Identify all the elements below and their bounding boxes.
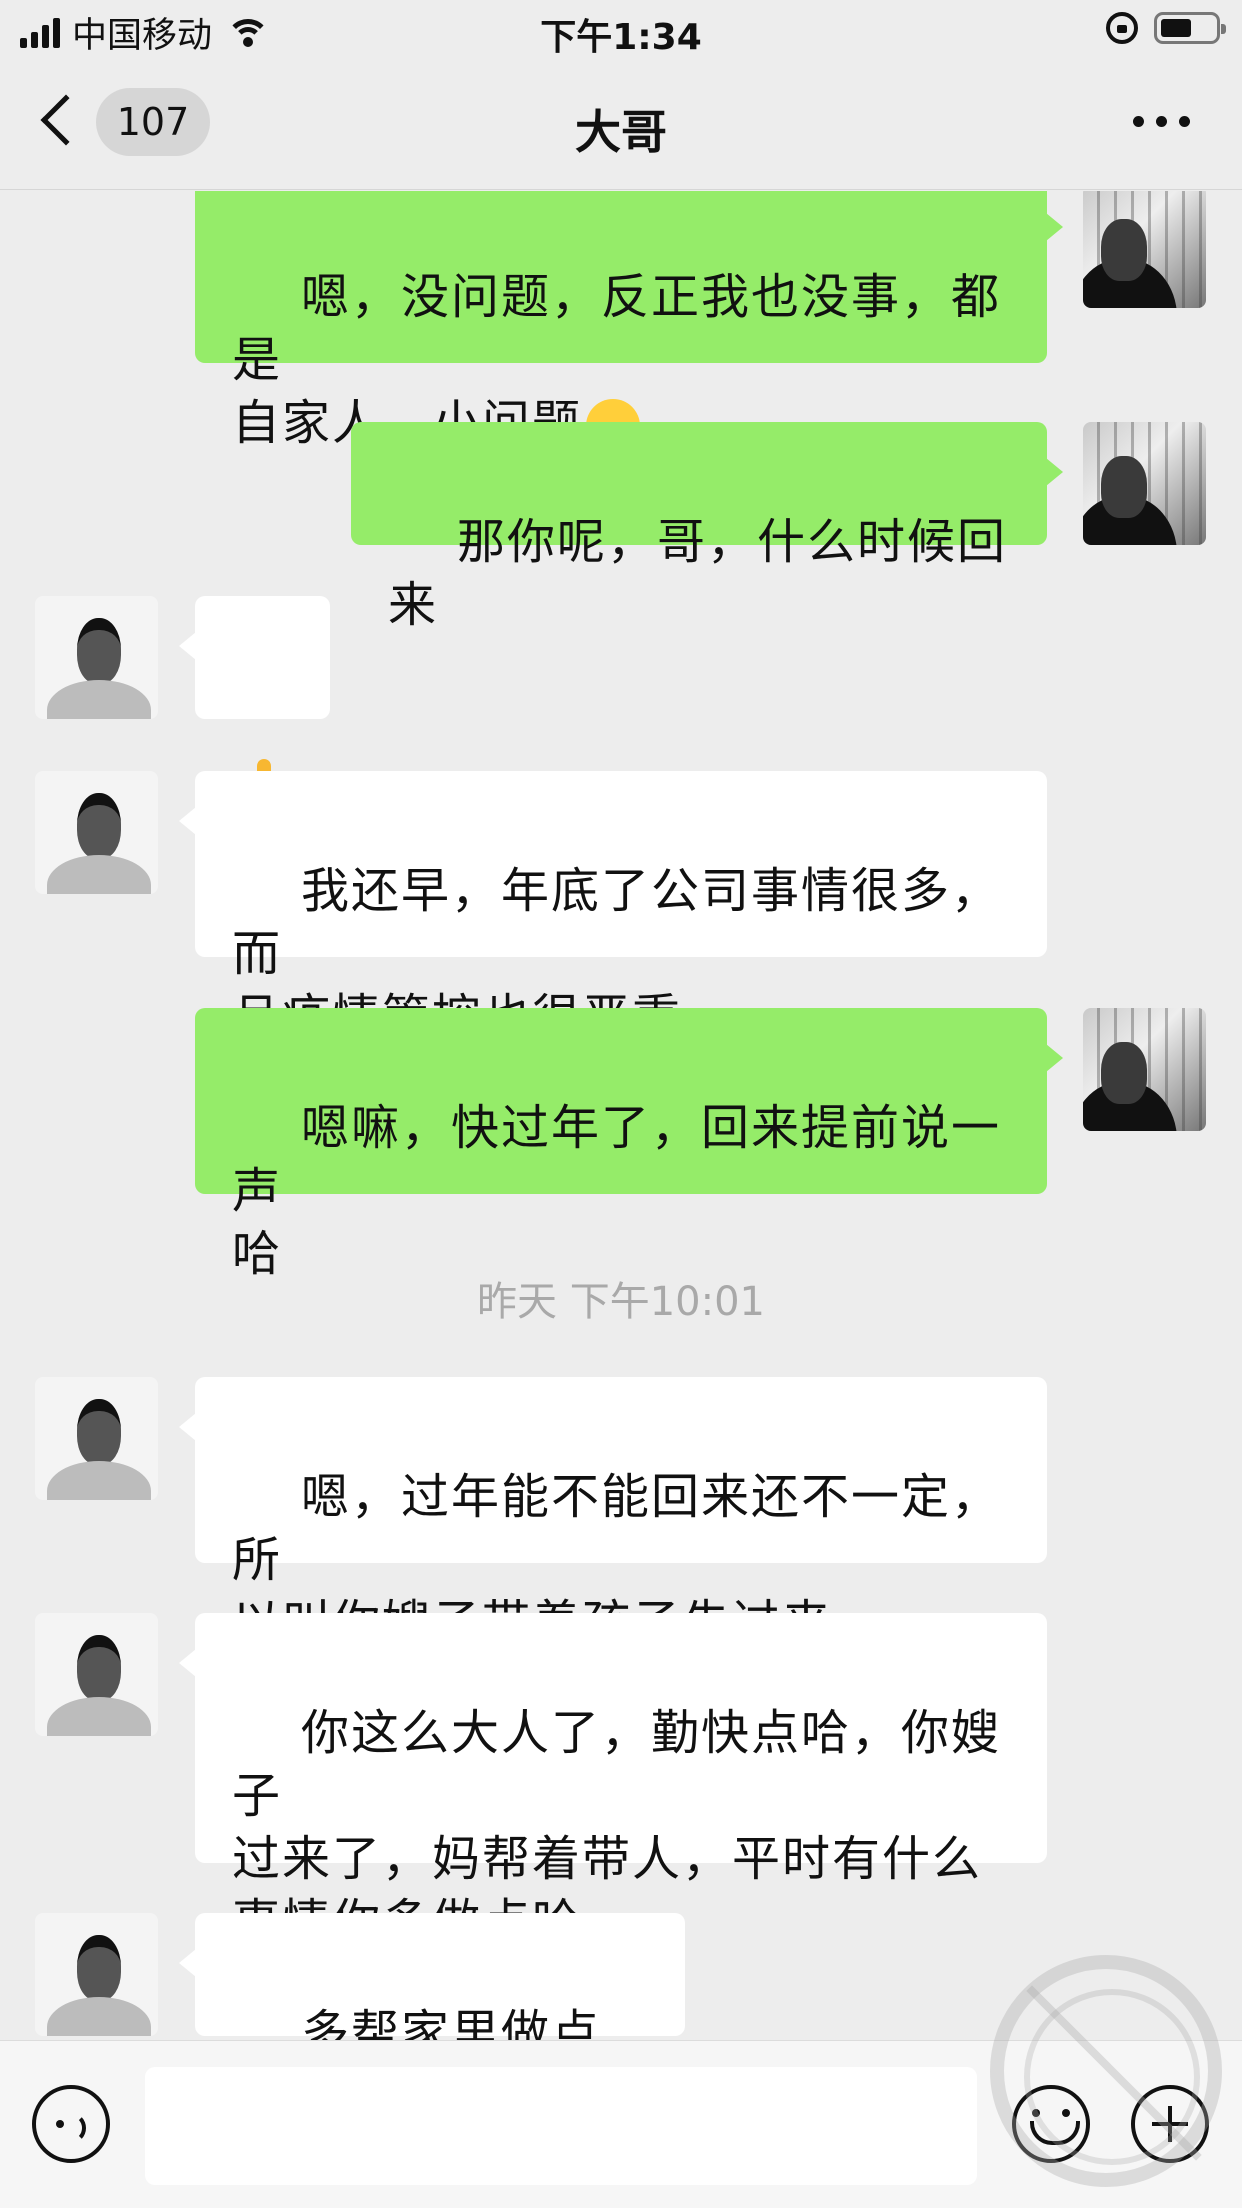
avatar-contact[interactable]: [35, 1377, 158, 1500]
more-options-button[interactable]: [1133, 116, 1190, 127]
battery-icon: [1154, 12, 1226, 44]
dot-icon: [1179, 116, 1190, 127]
status-time: 下午1:34: [540, 17, 702, 58]
message-bubble-incoming[interactable]: [179, 596, 330, 813]
plus-icon[interactable]: [1131, 2085, 1209, 2163]
avatar-self[interactable]: [1083, 1008, 1206, 1131]
message-bubble-outgoing[interactable]: 嗯嘛，快过年了，回来提前说一声 哈: [195, 1008, 1063, 1282]
message-bubble-outgoing[interactable]: 嗯，没问题，反正我也没事，都是 自家人，小问题: [195, 191, 1063, 453]
avatar-self[interactable]: [1083, 422, 1206, 545]
message-bubble-incoming[interactable]: 你这么大人了，勤快点哈，你嫂子 过来了，妈帮着带人，平时有什么 事情你多做点哈: [179, 1613, 1047, 1950]
emoji-icon[interactable]: [1012, 2085, 1090, 2163]
chat-title: 大哥: [575, 105, 667, 159]
avatar-self[interactable]: [1083, 191, 1206, 308]
message-input[interactable]: [145, 2067, 977, 2185]
dot-icon: [1156, 116, 1167, 127]
message-bubble-incoming[interactable]: 多帮家里做点事情: [179, 1913, 685, 2040]
message-bubble-incoming[interactable]: 我还早，年底了公司事情很多，而 且疫情管控也很严重: [179, 771, 1047, 1045]
voice-icon[interactable]: [32, 2085, 110, 2163]
message-text: 多帮家里做点事情: [301, 2005, 602, 2040]
avatar-contact[interactable]: [35, 596, 158, 719]
message-text: 那你呢，哥，什么时候回来: [388, 514, 1008, 633]
dot-icon: [1133, 116, 1144, 127]
avatar-contact[interactable]: [35, 1913, 158, 2036]
status-bar: 中国移动 下午1:34: [0, 0, 1242, 62]
message-bubble-outgoing[interactable]: 那你呢，哥，什么时候回来: [351, 422, 1063, 633]
message-timestamp: 昨天 下午10:01: [477, 1279, 765, 1325]
chat-messages: 嗯，没问题，反正我也没事，都是 自家人，小问题 那你呢，哥，什么时候回来 我还早…: [0, 191, 1242, 2040]
nav-bar: 107 大哥: [0, 62, 1242, 190]
avatar-contact[interactable]: [35, 771, 158, 894]
input-bar: [0, 2040, 1242, 2208]
rotation-lock-icon: [1106, 12, 1138, 44]
avatar-contact[interactable]: [35, 1613, 158, 1736]
message-bubble-incoming[interactable]: 嗯，过年能不能回来还不一定，所 以叫你嫂子带着孩子先过来。: [179, 1377, 1047, 1651]
message-text: 嗯嘛，快过年了，回来提前说一声 哈: [232, 1100, 1002, 1282]
